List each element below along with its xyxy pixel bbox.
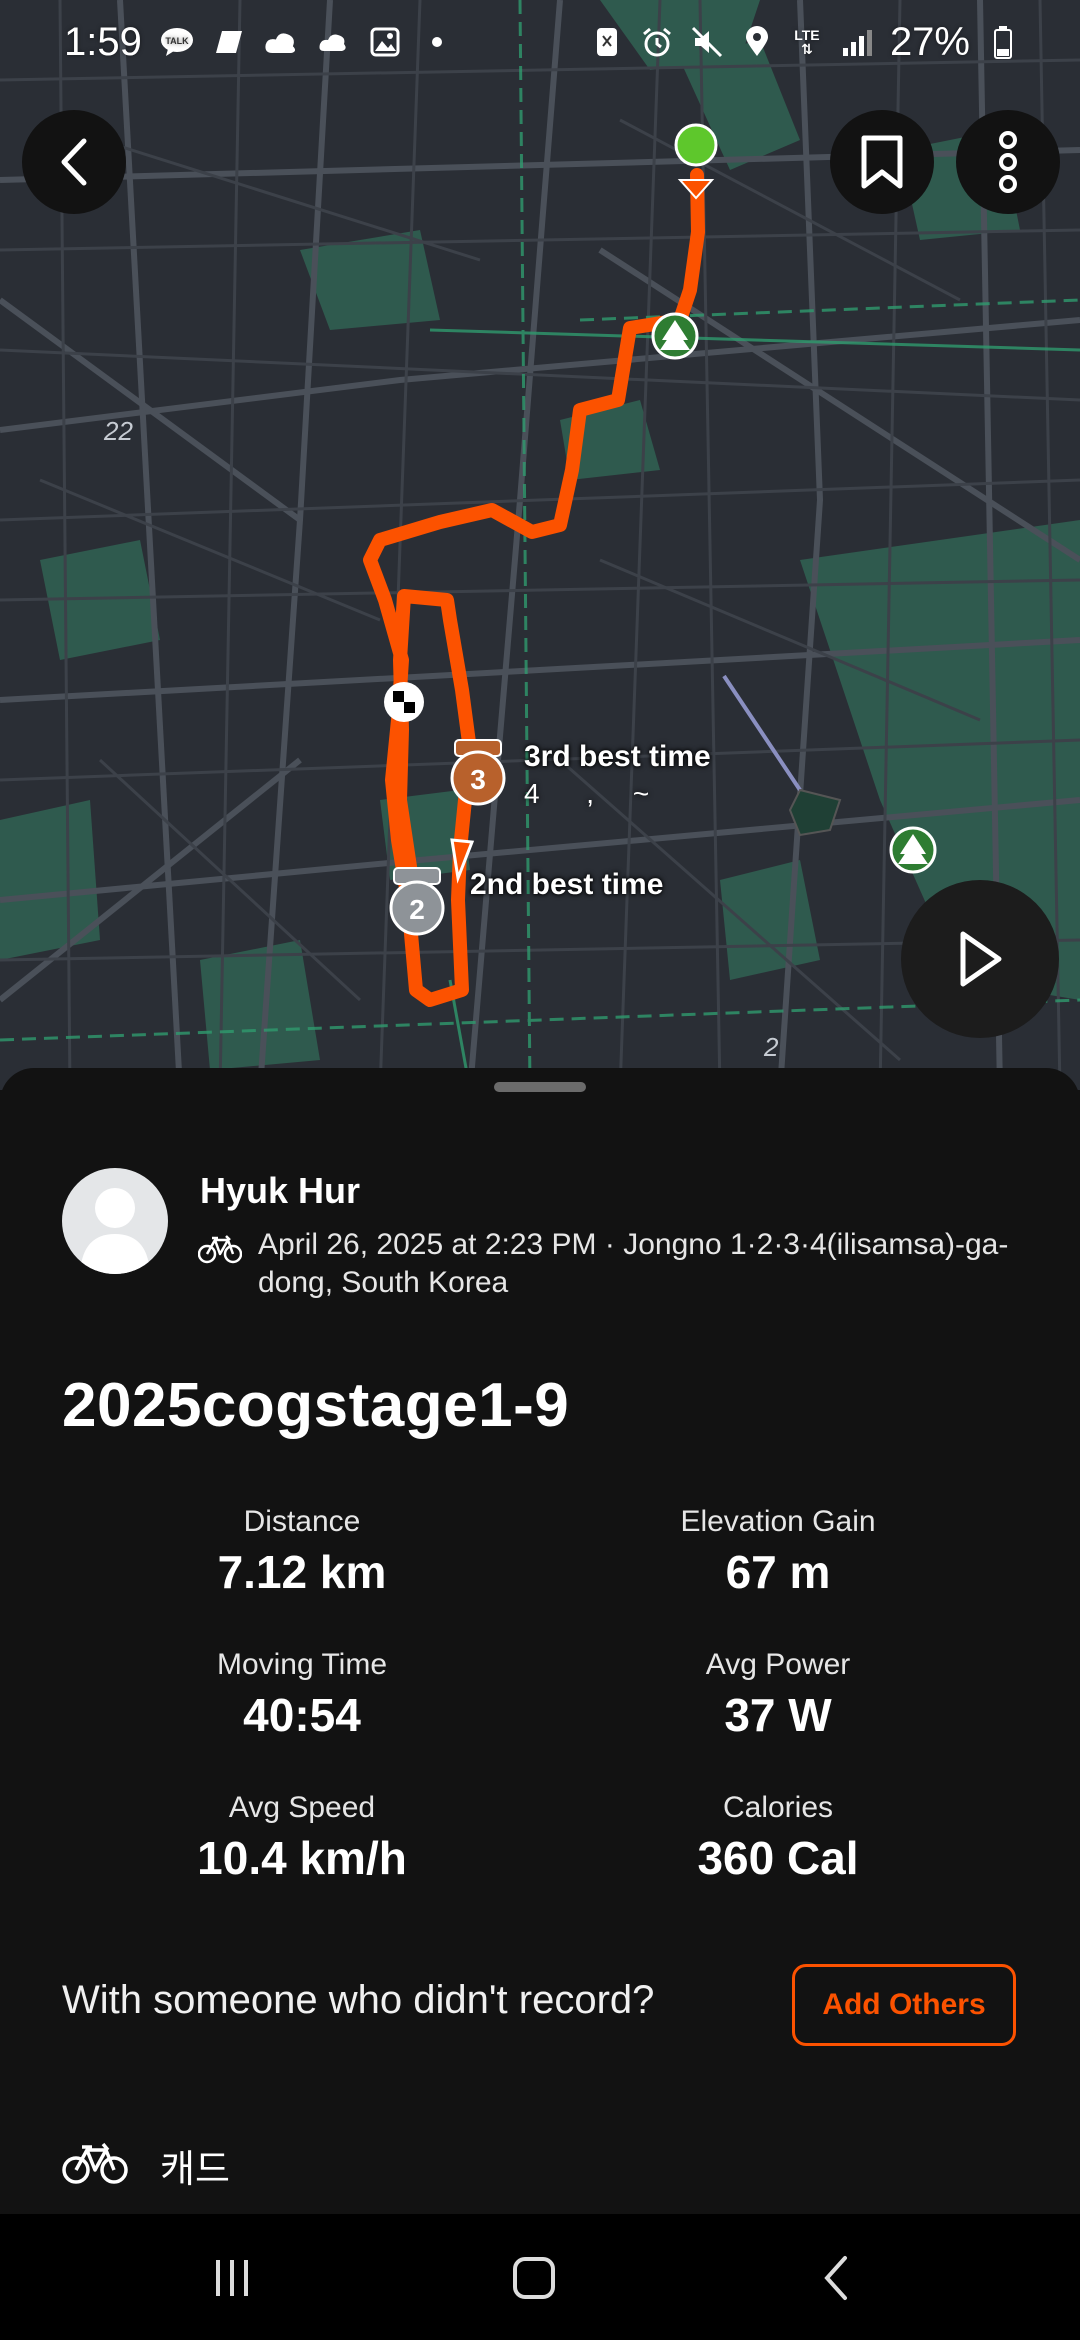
stat-label: Calories — [722, 1791, 834, 1824]
dot-icon — [420, 25, 454, 59]
location-icon — [740, 25, 774, 59]
activity-date-location: April 26, 2025 at 2:23 PM · Jongno 1·2·3… — [258, 1228, 1009, 1299]
bike-icon — [62, 2141, 128, 2190]
stat-avg-power: Avg Power 37 W — [538, 1645, 1018, 1745]
stat-label: Avg Speed — [228, 1791, 376, 1824]
play-icon — [960, 931, 1002, 987]
lte-icon: LTE ⇅ — [794, 27, 820, 57]
bookmark-button[interactable] — [830, 110, 934, 214]
alarm-icon — [640, 25, 674, 59]
athlete-name[interactable]: Hyuk Hur — [200, 1170, 360, 1212]
svg-text:2: 2 — [409, 894, 425, 925]
stat-calories: Calories 360 Cal — [538, 1788, 1018, 1888]
activity-title: 2025cogstage1-9 — [62, 1371, 570, 1440]
route-map[interactable]: 3 2 22 2 3rd best time 4 , ~ 2nd best ti… — [0, 0, 1080, 1090]
stat-avg-speed: Avg Speed 10.4 km/h — [62, 1788, 542, 1888]
cloud-icon — [264, 25, 298, 59]
gear-name: 캐드 — [160, 2149, 230, 2191]
talk-icon: TALK — [160, 25, 194, 59]
back-button[interactable] — [22, 110, 126, 214]
chevron-left-icon — [61, 138, 87, 186]
stat-label: Distance — [243, 1505, 361, 1538]
signal-icon — [840, 25, 874, 59]
bookmark-icon — [861, 135, 903, 189]
recents-icon — [216, 2260, 248, 2296]
play-flyover-button[interactable] — [901, 880, 1059, 1038]
segment-sublabel-3rd: 4 , ~ — [524, 778, 650, 809]
stat-elevation-gain: Elevation Gain 67 m — [538, 1502, 1018, 1602]
stat-value: 40:54 — [243, 1689, 361, 1741]
system-navigation-bar — [0, 2214, 1080, 2340]
stat-distance: Distance 7.12 km — [62, 1502, 542, 1602]
stat-label: Elevation Gain — [680, 1505, 876, 1538]
status-bar: 1:59 TALK LTE ⇅ 27% — [0, 0, 1080, 84]
gear-row[interactable]: 캐드 — [62, 2138, 230, 2193]
bike-icon — [197, 1234, 243, 1269]
default-avatar-icon — [80, 1188, 150, 1274]
nfc-icon — [590, 25, 624, 59]
activity-details-sheet[interactable]: Hyuk Hur April 26, 2025 at 2:23 PM · Jon… — [0, 1068, 1080, 2214]
stat-value: 360 Cal — [697, 1832, 859, 1884]
more-options-button[interactable] — [956, 110, 1060, 214]
gallery-icon — [368, 25, 402, 59]
lte-label: LTE — [794, 27, 820, 43]
road-number: 2 — [764, 1032, 779, 1062]
stat-value: 7.12 km — [217, 1546, 387, 1598]
medal-3rd-icon: 3 — [450, 739, 506, 806]
segment-label-3rd[interactable]: 3rd best time — [524, 740, 711, 774]
finish-marker — [384, 682, 424, 722]
back-icon — [824, 2256, 847, 2300]
mute-icon — [690, 25, 724, 59]
recents-button[interactable] — [172, 2238, 292, 2318]
road-number: 22 — [104, 416, 133, 446]
segment-label-2nd[interactable]: 2nd best time — [470, 868, 663, 902]
stat-label: Avg Power — [705, 1648, 851, 1681]
svg-text:3: 3 — [470, 764, 486, 795]
add-others-prompt: With someone who didn't record? — [62, 1978, 655, 2022]
cloud-icon — [316, 25, 350, 59]
medal-2nd-icon: 2 — [389, 867, 445, 936]
svg-text:TALK: TALK — [165, 36, 189, 46]
more-vertical-icon — [999, 131, 1017, 193]
sheet-drag-handle[interactable] — [494, 1082, 586, 1092]
add-others-button[interactable]: Add Others — [792, 1964, 1016, 2046]
stat-value: 67 m — [725, 1546, 831, 1598]
stat-moving-time: Moving Time 40:54 — [62, 1645, 542, 1745]
home-icon — [513, 2257, 555, 2299]
status-time: 1:59 — [64, 19, 142, 64]
stat-value: 37 W — [724, 1689, 832, 1741]
battery-icon — [986, 25, 1020, 59]
avatar[interactable] — [62, 1168, 168, 1274]
battery-percent: 27% — [889, 19, 970, 64]
back-nav-button[interactable] — [776, 2238, 896, 2318]
stat-value: 10.4 km/h — [197, 1832, 407, 1884]
park-icon — [651, 312, 699, 360]
stat-label: Moving Time — [216, 1648, 388, 1681]
park-icon — [889, 826, 937, 874]
home-button[interactable] — [474, 2238, 594, 2318]
flag-icon — [212, 25, 246, 59]
